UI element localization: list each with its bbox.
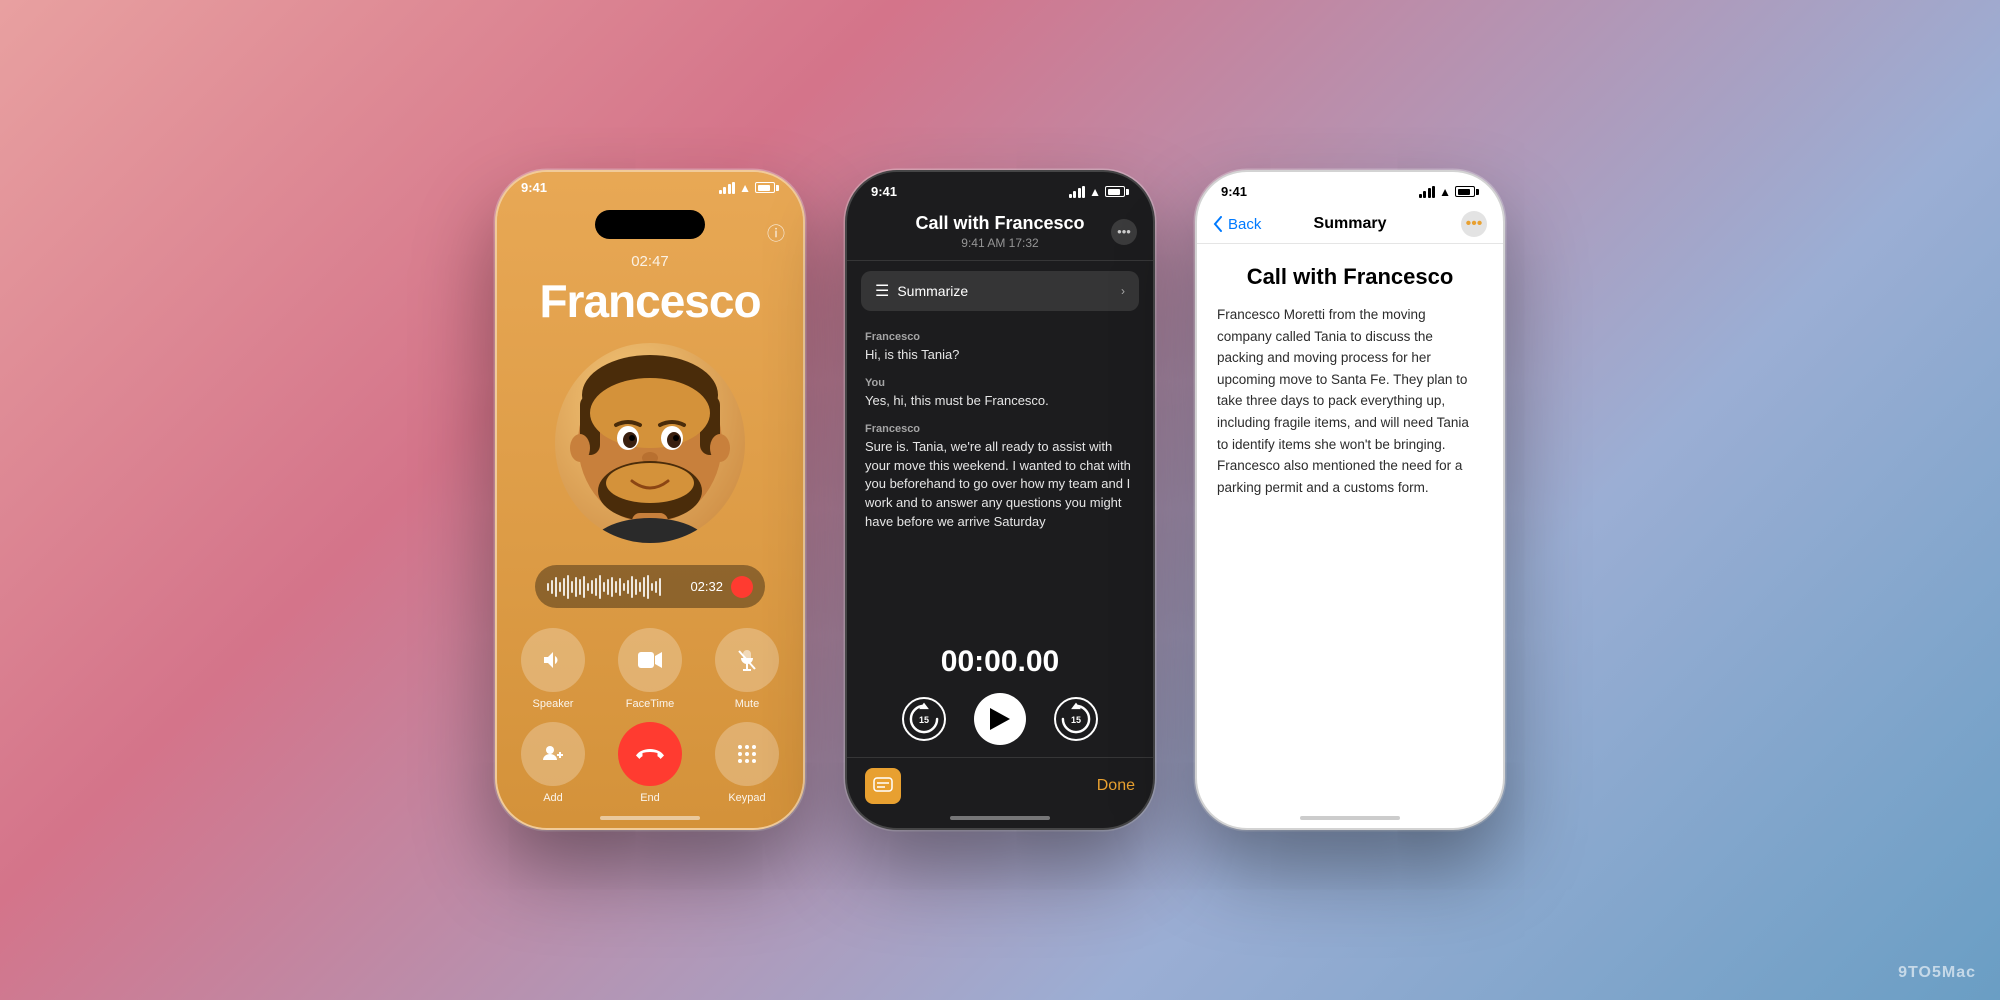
wifi-icon-3: ▲	[1439, 185, 1451, 199]
home-indicator-3	[1300, 816, 1400, 820]
chat-icon-button[interactable]	[865, 768, 901, 804]
waveform	[547, 575, 682, 599]
phone1-frame: 9:41 ▲ ⓘ 02:47	[495, 170, 805, 830]
end-button[interactable]: End	[618, 722, 682, 804]
mute-icon	[715, 628, 779, 692]
status-time-2: 9:41	[871, 184, 897, 199]
summarize-left: ☰ Summarize	[875, 281, 968, 301]
status-icons-3: ▲	[1419, 185, 1479, 199]
nav-title: Summary	[1314, 215, 1387, 233]
status-icons-1: ▲	[719, 181, 779, 195]
home-indicator-2	[950, 816, 1050, 820]
add-label: Add	[543, 792, 563, 804]
summary-title: Call with Francesco	[1217, 264, 1483, 290]
home-indicator-1	[600, 816, 700, 820]
status-icons-2: ▲	[1069, 185, 1129, 199]
more-options-button[interactable]: •••	[1111, 219, 1137, 245]
avatar-area	[550, 336, 750, 549]
summarize-icon: ☰	[875, 281, 889, 301]
playback-timer: 00:00.00	[847, 635, 1153, 693]
speaker-text-1: Yes, hi, this must be Francesco.	[865, 392, 1135, 411]
call-duration: 02:47	[631, 253, 669, 270]
battery-icon-2	[1105, 186, 1129, 197]
facetime-label: FaceTime	[626, 698, 675, 710]
phone1-screen: 9:41 ▲ ⓘ 02:47	[497, 172, 803, 828]
end-icon	[618, 722, 682, 786]
phone3-frame: 9:41 ▲	[1195, 170, 1505, 830]
phone2-screen: 9:41 ▲ Call with Francesco	[847, 172, 1153, 828]
keypad-icon	[715, 722, 779, 786]
transcript-entry-1: You Yes, hi, this must be Francesco.	[865, 377, 1135, 411]
transcript-footer: Done	[847, 757, 1153, 816]
status-time-3: 9:41	[1221, 184, 1247, 199]
status-bar-2: 9:41 ▲	[847, 172, 1153, 203]
battery-icon-1	[755, 182, 779, 193]
keypad-label: Keypad	[728, 792, 765, 804]
speaker-text-2: Sure is. Tania, we're all ready to assis…	[865, 438, 1135, 532]
signal-icon-2	[1069, 186, 1086, 198]
transcript-body: Francesco Hi, is this Tania? You Yes, hi…	[847, 321, 1153, 635]
keypad-button[interactable]: Keypad	[715, 722, 779, 804]
memoji-avatar	[555, 343, 745, 543]
svg-text:15: 15	[919, 715, 929, 725]
play-button[interactable]	[974, 693, 1026, 745]
transcript-header: Call with Francesco 9:41 AM 17:32 •••	[847, 203, 1153, 261]
summarize-label: Summarize	[897, 283, 968, 299]
dynamic-island-1	[595, 210, 705, 239]
add-icon	[521, 722, 585, 786]
speaker-name-0: Francesco	[865, 331, 1135, 343]
summary-nav: Back Summary •••	[1197, 203, 1503, 244]
done-button[interactable]: Done	[1097, 777, 1135, 795]
speaker-label: Speaker	[533, 698, 574, 710]
rec-timer: 02:32	[690, 579, 723, 594]
speaker-icon	[521, 628, 585, 692]
skip-back-button[interactable]: 15	[902, 697, 946, 741]
battery-icon-3	[1455, 186, 1479, 197]
speaker-text-0: Hi, is this Tania?	[865, 346, 1135, 365]
record-button[interactable]	[731, 576, 753, 598]
recording-bar[interactable]: 02:32	[535, 565, 765, 608]
summarize-chevron: ›	[1121, 284, 1125, 298]
svg-text:15: 15	[1071, 715, 1081, 725]
mute-button[interactable]: Mute	[715, 628, 779, 710]
status-time-1: 9:41	[521, 180, 547, 195]
back-label: Back	[1228, 216, 1261, 233]
playback-controls: 15 15	[847, 693, 1153, 757]
wifi-icon-1: ▲	[739, 181, 751, 195]
summary-text: Francesco Moretti from the moving compan…	[1217, 304, 1483, 498]
info-icon[interactable]: ⓘ	[767, 220, 785, 246]
facetime-button[interactable]: FaceTime	[618, 628, 682, 710]
mute-label: Mute	[735, 698, 759, 710]
watermark: 9TO5Mac	[1898, 964, 1976, 982]
more-options-button-3[interactable]: •••	[1461, 211, 1487, 237]
status-bar-1: 9:41 ▲	[497, 172, 803, 199]
signal-icon-1	[719, 182, 736, 194]
phone3-screen: 9:41 ▲	[1197, 172, 1503, 828]
transcript-entry-2: Francesco Sure is. Tania, we're all read…	[865, 423, 1135, 532]
status-bar-3: 9:41 ▲	[1197, 172, 1503, 203]
add-button[interactable]: Add	[521, 722, 585, 804]
transcript-subtitle: 9:41 AM 17:32	[867, 236, 1133, 250]
summarize-bar[interactable]: ☰ Summarize ›	[861, 271, 1139, 311]
transcript-entry-0: Francesco Hi, is this Tania?	[865, 331, 1135, 365]
transcript-title: Call with Francesco	[867, 213, 1133, 234]
call-controls: Speaker FaceTime	[497, 628, 803, 816]
speaker-button[interactable]: Speaker	[521, 628, 585, 710]
caller-name: Francesco	[539, 274, 760, 328]
controls-row-2: Add End	[521, 722, 779, 804]
signal-icon-3	[1419, 186, 1436, 198]
back-button[interactable]: Back	[1213, 216, 1261, 233]
speaker-name-1: You	[865, 377, 1135, 389]
phone2-frame: 9:41 ▲ Call with Francesco	[845, 170, 1155, 830]
wifi-icon-2: ▲	[1089, 185, 1101, 199]
end-label: End	[640, 792, 660, 804]
facetime-icon	[618, 628, 682, 692]
skip-forward-button[interactable]: 15	[1054, 697, 1098, 741]
summary-body: Call with Francesco Francesco Moretti fr…	[1197, 244, 1503, 518]
speaker-name-2: Francesco	[865, 423, 1135, 435]
controls-row-1: Speaker FaceTime	[521, 628, 779, 710]
more-icon-3: •••	[1466, 215, 1483, 233]
